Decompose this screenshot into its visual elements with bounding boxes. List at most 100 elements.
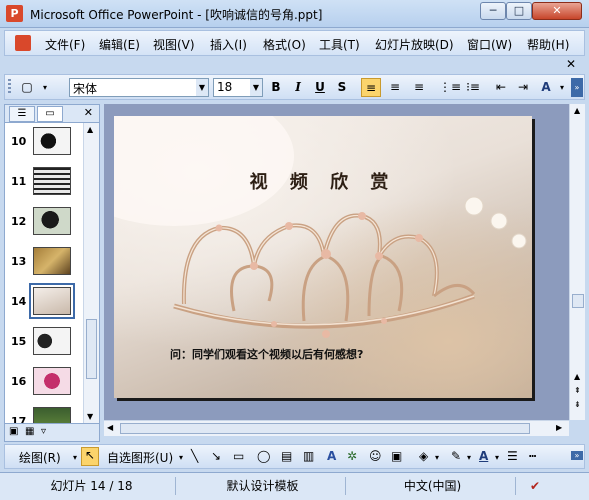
oval-icon[interactable]: ◯ <box>257 449 270 463</box>
slide-thumb-row[interactable]: 16 <box>5 363 83 403</box>
font-name-select[interactable]: 宋体 ▼ <box>69 78 209 97</box>
scroll-left-icon[interactable]: ◀ <box>107 423 113 432</box>
draw-menu-button[interactable]: 绘图(R) <box>19 449 61 466</box>
normal-view-icon[interactable]: ▣ <box>9 426 18 437</box>
menu-edit[interactable]: 编辑(E) <box>99 36 140 53</box>
toolbar-options-icon[interactable]: » <box>571 451 583 460</box>
next-slide-icon[interactable]: ⇟ <box>574 400 581 409</box>
slides-tab-icon[interactable]: ▭ <box>37 106 63 122</box>
design-template[interactable]: 默认设计模板 <box>180 477 346 495</box>
autoshapes-button[interactable]: 自选图形(U) <box>107 449 173 466</box>
bold-button[interactable]: B <box>267 78 285 97</box>
menu-insert[interactable]: 插入(I) <box>210 36 247 53</box>
slide-thumb-row[interactable]: 15 <box>5 323 83 363</box>
slideshow-icon[interactable]: ▿ <box>41 426 46 437</box>
chevron-down-icon[interactable]: ▾ <box>39 78 51 97</box>
chevron-down-icon[interactable]: ▼ <box>250 79 262 96</box>
current-slide[interactable]: 视 频 欣 赏 问：同学们观看这个视频以后有何感想? <box>114 116 532 398</box>
slide-thumb-row[interactable]: 17 <box>5 403 83 423</box>
toolbar-grip[interactable] <box>8 79 11 95</box>
numbered-list-icon[interactable]: ⋮≡ <box>439 78 461 97</box>
align-left-icon[interactable]: ≡ <box>361 78 381 97</box>
fill-color-icon[interactable]: ◈ <box>419 449 428 463</box>
line-icon[interactable]: ╲ <box>191 449 198 463</box>
font-color-icon[interactable]: A <box>479 449 488 463</box>
menu-format[interactable]: 格式(O) <box>263 36 306 53</box>
menu-slideshow[interactable]: 幻灯片放映(D) <box>375 36 454 53</box>
slide-question-text[interactable]: 问：同学们观看这个视频以后有何感想? <box>170 346 363 362</box>
vertical-scrollbar[interactable]: ▲ ▲ ⇞ ⇟ <box>569 104 585 420</box>
slide-thumb-row[interactable]: 10 <box>5 123 83 163</box>
clipart-icon[interactable]: ☺ <box>369 449 382 463</box>
spelling-check-icon[interactable]: ✔ <box>520 477 550 495</box>
maximize-button[interactable]: □ <box>506 2 532 20</box>
slide-sorter-icon[interactable]: ▦ <box>25 426 34 437</box>
document-close-button[interactable]: ✕ <box>566 57 576 71</box>
rectangle-icon[interactable]: ▭ <box>233 449 244 463</box>
slide-thumbnail[interactable] <box>33 127 71 155</box>
minimize-button[interactable]: ─ <box>480 2 506 20</box>
align-center-icon[interactable]: ≡ <box>385 78 405 97</box>
prev-slide-icon[interactable]: ⇞ <box>574 386 581 395</box>
bulleted-list-icon[interactable]: ⁝≡ <box>463 78 483 97</box>
arrow-icon[interactable]: ↘ <box>211 449 221 463</box>
chevron-down-icon[interactable]: ▼ <box>196 79 208 96</box>
slide-thumbnail[interactable] <box>33 207 71 235</box>
line-style-icon[interactable]: ☰ <box>507 449 518 463</box>
scroll-down-icon[interactable]: ▼ <box>87 412 93 421</box>
slide-title[interactable]: 视 频 欣 赏 <box>114 168 532 194</box>
decrease-indent-icon[interactable]: ⇤ <box>491 78 511 97</box>
menu-help[interactable]: 帮助(H) <box>527 36 569 53</box>
align-right-icon[interactable]: ≡ <box>409 78 429 97</box>
select-pointer-icon[interactable]: ↖ <box>81 447 99 466</box>
scroll-thumb[interactable] <box>120 423 530 434</box>
thumbnail-scrollbar[interactable]: ▲ ▼ <box>83 123 99 423</box>
slide-thumbnail[interactable] <box>33 367 71 395</box>
menu-tools[interactable]: 工具(T) <box>319 36 360 53</box>
slide-thumbnail[interactable] <box>33 247 71 275</box>
scroll-up-icon[interactable]: ▲ <box>87 125 93 134</box>
menu-window[interactable]: 窗口(W) <box>467 36 512 53</box>
shadow-button[interactable]: S <box>333 78 351 97</box>
scroll-up-icon[interactable]: ▲ <box>574 106 580 115</box>
horizontal-scrollbar[interactable]: ◀ ▶ <box>104 420 569 436</box>
close-icon[interactable]: ✕ <box>84 106 93 119</box>
picture-icon[interactable]: ▣ <box>391 449 402 463</box>
chevron-down-icon[interactable]: ▾ <box>435 453 439 462</box>
slide-thumb-row[interactable]: 11 <box>5 163 83 203</box>
document-icon[interactable] <box>15 35 31 51</box>
chevron-down-icon[interactable]: ▾ <box>73 453 77 462</box>
slide-thumbnail[interactable] <box>33 327 71 355</box>
new-slide-icon[interactable]: ▢ <box>17 78 37 97</box>
scroll-right-icon[interactable]: ▶ <box>556 423 562 432</box>
textbox-icon[interactable]: ▤ <box>281 449 292 463</box>
font-size-select[interactable]: 18 ▼ <box>213 78 263 97</box>
chevron-down-icon[interactable]: ▾ <box>467 453 471 462</box>
chevron-down-icon[interactable]: ▾ <box>495 453 499 462</box>
scroll-thumb[interactable] <box>572 294 584 308</box>
toolbar-options-icon[interactable]: » <box>571 78 583 97</box>
italic-button[interactable]: I <box>289 78 307 97</box>
close-button[interactable]: ✕ <box>532 2 582 20</box>
menu-view[interactable]: 视图(V) <box>153 36 195 53</box>
slide-thumb-row[interactable]: 14 <box>5 283 83 323</box>
chevron-down-icon[interactable]: ▾ <box>557 78 567 97</box>
line-color-icon[interactable]: ✎ <box>451 449 461 463</box>
slide-thumb-row[interactable]: 12 <box>5 203 83 243</box>
dash-style-icon[interactable]: ┅ <box>529 449 536 463</box>
scroll-thumb[interactable] <box>86 319 97 379</box>
slide-thumbnail[interactable] <box>33 407 71 423</box>
outline-tab-icon[interactable]: ☰ <box>9 106 35 122</box>
increase-indent-icon[interactable]: ⇥ <box>513 78 533 97</box>
slide-thumbnail[interactable] <box>33 167 71 195</box>
chevron-down-icon[interactable]: ▾ <box>179 453 183 462</box>
menu-file[interactable]: 文件(F) <box>45 36 85 53</box>
slide-thumb-row[interactable]: 13 <box>5 243 83 283</box>
underline-button[interactable]: U <box>311 78 329 97</box>
diagram-icon[interactable]: ✲ <box>347 449 357 463</box>
vertical-textbox-icon[interactable]: ▥ <box>303 449 314 463</box>
grow-font-button[interactable]: A <box>537 78 555 97</box>
slide-thumbnail-selected[interactable] <box>29 283 75 319</box>
scroll-up-icon[interactable]: ▲ <box>574 372 580 381</box>
wordart-icon[interactable]: A <box>327 449 336 463</box>
